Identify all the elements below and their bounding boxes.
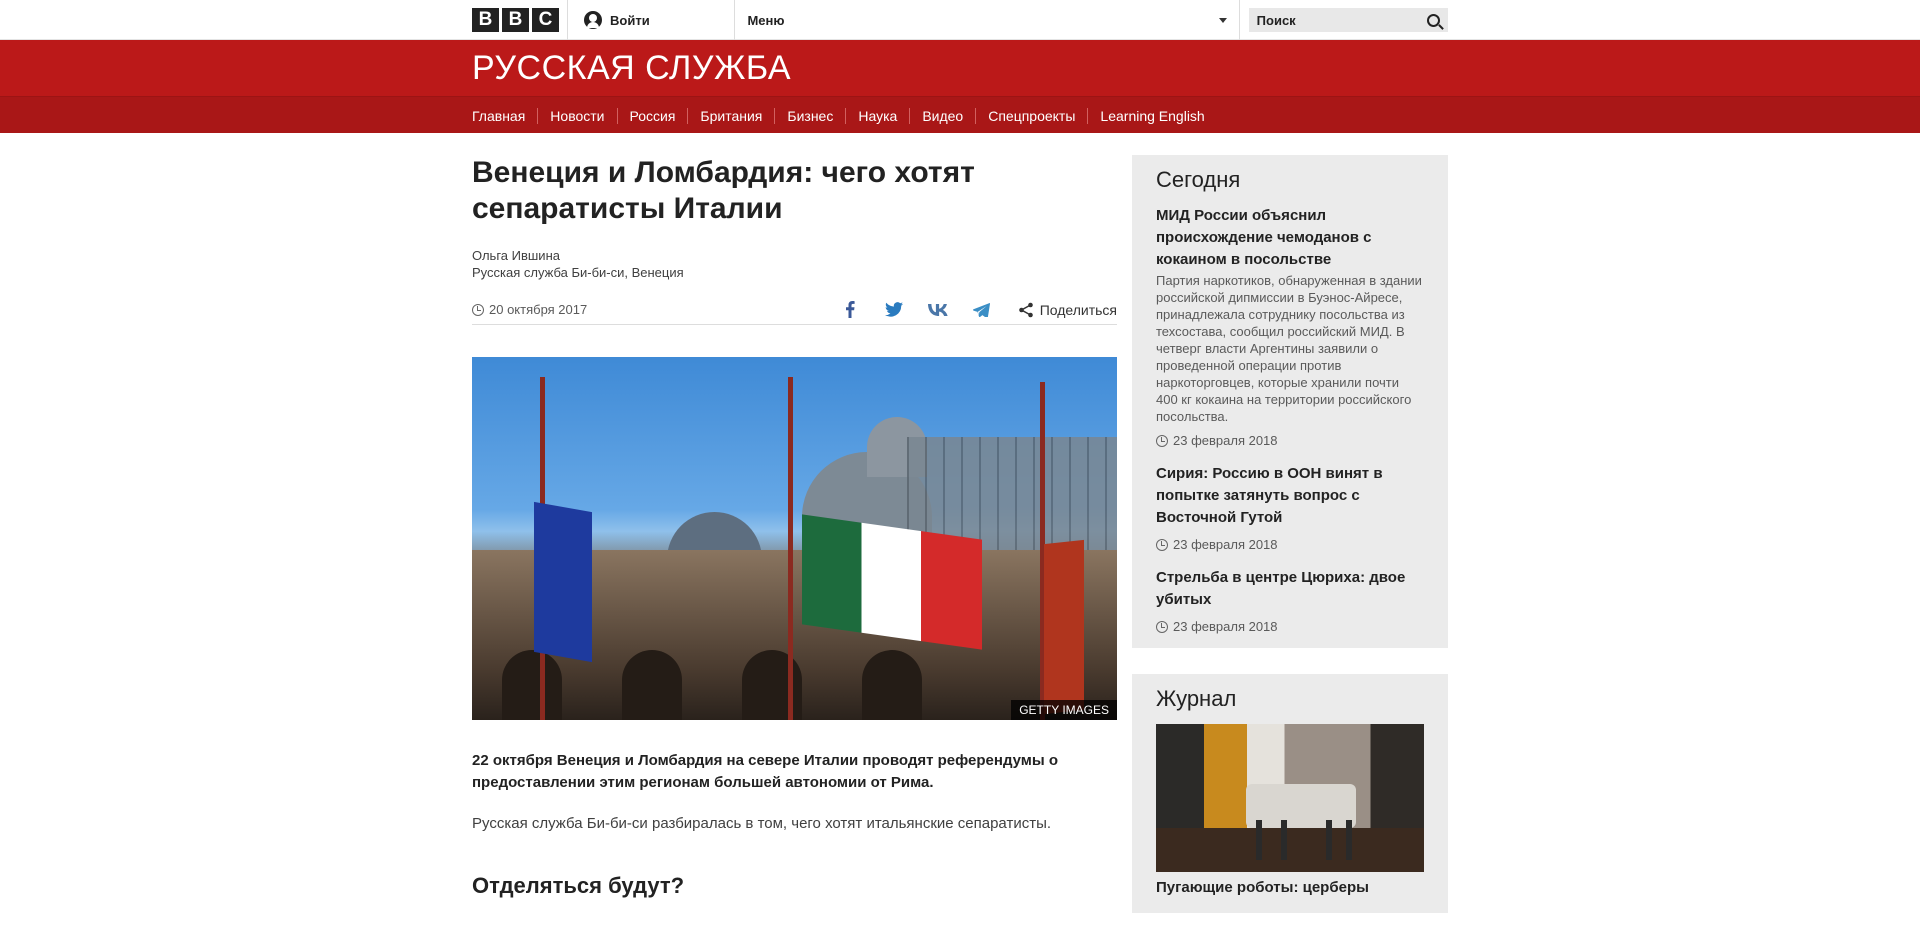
menu-label: Меню [747,12,785,28]
clock-icon [472,303,484,316]
nav-item-special[interactable]: Спецпроекты [976,107,1089,124]
share-tools: Поделиться [828,295,1117,325]
journal-story-image[interactable] [1156,724,1424,872]
facebook-icon [845,301,855,318]
story-date: 23 февраля 2018 [1156,619,1424,634]
story-date-text: 23 февраля 2018 [1173,433,1278,448]
share-label: Поделиться [1039,301,1117,318]
nav-item-russia[interactable]: Россия [618,107,689,124]
story-summary: Партия наркотиков, обнаруженная в здании… [1156,273,1422,424]
search-box [1248,8,1448,32]
search-input[interactable] [1256,12,1407,28]
search-icon[interactable] [1427,13,1440,27]
menu-button[interactable]: Меню [735,0,1240,40]
nav-item-science[interactable]: Наука [846,107,911,124]
clock-icon [1156,620,1168,633]
nav-item-video[interactable]: Видео [910,107,977,124]
brand-header: РУССКАЯ СЛУЖБА [0,40,1920,96]
bbc-logo-letter: C [532,8,559,32]
sidebar-story: МИД России объяснил происхождение чемода… [1156,205,1424,448]
story-date: 23 февраля 2018 [1156,433,1424,448]
telegram-share-button[interactable] [960,295,1004,325]
journal-box: Журнал Пугающие роботы: церберы [1132,674,1448,913]
story-date: 23 февраля 2018 [1156,537,1424,552]
signin-label: Войти [610,12,650,28]
share-icon [1018,302,1034,318]
author-org: Русская служба Би-би-си, Венеция [472,265,684,280]
today-box: Сегодня МИД России объяснил происхождени… [1132,155,1448,648]
twitter-share-button[interactable] [872,295,916,325]
bbc-logo[interactable]: B B C [472,0,568,40]
clock-icon [1156,538,1168,551]
article: Венеция и Ломбардия: чего хотят сепарати… [472,155,1117,899]
share-more-button[interactable]: Поделиться [1004,302,1117,318]
facebook-share-button[interactable] [828,295,872,325]
nav-item-home[interactable]: Главная [472,107,539,124]
author-name: Ольга Ившина [472,248,560,263]
bbc-logo-letter: B [472,8,499,32]
service-title[interactable]: РУССКАЯ СЛУЖБА [472,49,791,88]
clock-icon [1156,434,1168,447]
article-intro: 22 октября Венеция и Ломбардия на севере… [472,752,1059,791]
signin-button[interactable]: Войти [568,0,736,40]
sidebar-story: Стрельба в центре Цюриха: двое убитых 23… [1156,567,1424,634]
twitter-icon [884,302,903,317]
story-link[interactable]: МИД России объяснил происхождение чемода… [1156,205,1424,271]
article-date: 20 октября 2017 [472,302,587,317]
telegram-icon [973,302,991,317]
bbc-logo-letter: B [502,8,529,32]
today-title: Сегодня [1156,167,1241,192]
story-link[interactable]: Сирия: Россию в ООН винят в попытке затя… [1156,463,1424,529]
image-credit: GETTY IMAGES [1011,700,1117,720]
chevron-down-icon [1218,17,1227,23]
nav-item-britain[interactable]: Британия [688,107,776,124]
story-date-text: 23 февраля 2018 [1173,619,1278,634]
story-link[interactable]: Стрельба в центре Цюриха: двое убитых [1156,567,1424,611]
main-nav: Главная Новости Россия Британия Бизнес Н… [0,96,1920,133]
nav-item-news[interactable]: Новости [538,107,618,124]
nav-item-learning-english[interactable]: Learning English [1088,108,1216,124]
story-date-text: 23 февраля 2018 [1173,537,1278,552]
sidebar: Сегодня МИД России объяснил происхождени… [1132,155,1448,913]
article-date-text: 20 октября 2017 [489,302,588,317]
vk-share-button[interactable] [916,295,960,325]
journal-title: Журнал [1156,686,1237,711]
user-icon [584,11,602,29]
journal-story-link[interactable]: Пугающие роботы: церберы [1156,877,1424,899]
article-meta: 20 октября 2017 Поделиться [472,295,1117,325]
article-hero-image: GETTY IMAGES [472,357,1117,720]
article-paragraph: Русская служба Би-би-си разбиралась в то… [472,815,1052,832]
vk-icon [927,303,948,316]
article-headline: Венеция и Ломбардия: чего хотят сепарати… [472,156,975,225]
byline: Ольга Ившина Русская служба Би-би-си, Ве… [472,247,1117,281]
sidebar-story: Сирия: Россию в ООН винят в попытке затя… [1156,463,1424,552]
article-subhead: Отделяться будут? [472,873,685,898]
nav-item-business[interactable]: Бизнес [775,107,847,124]
top-bar: B B C Войти Меню [0,0,1920,40]
